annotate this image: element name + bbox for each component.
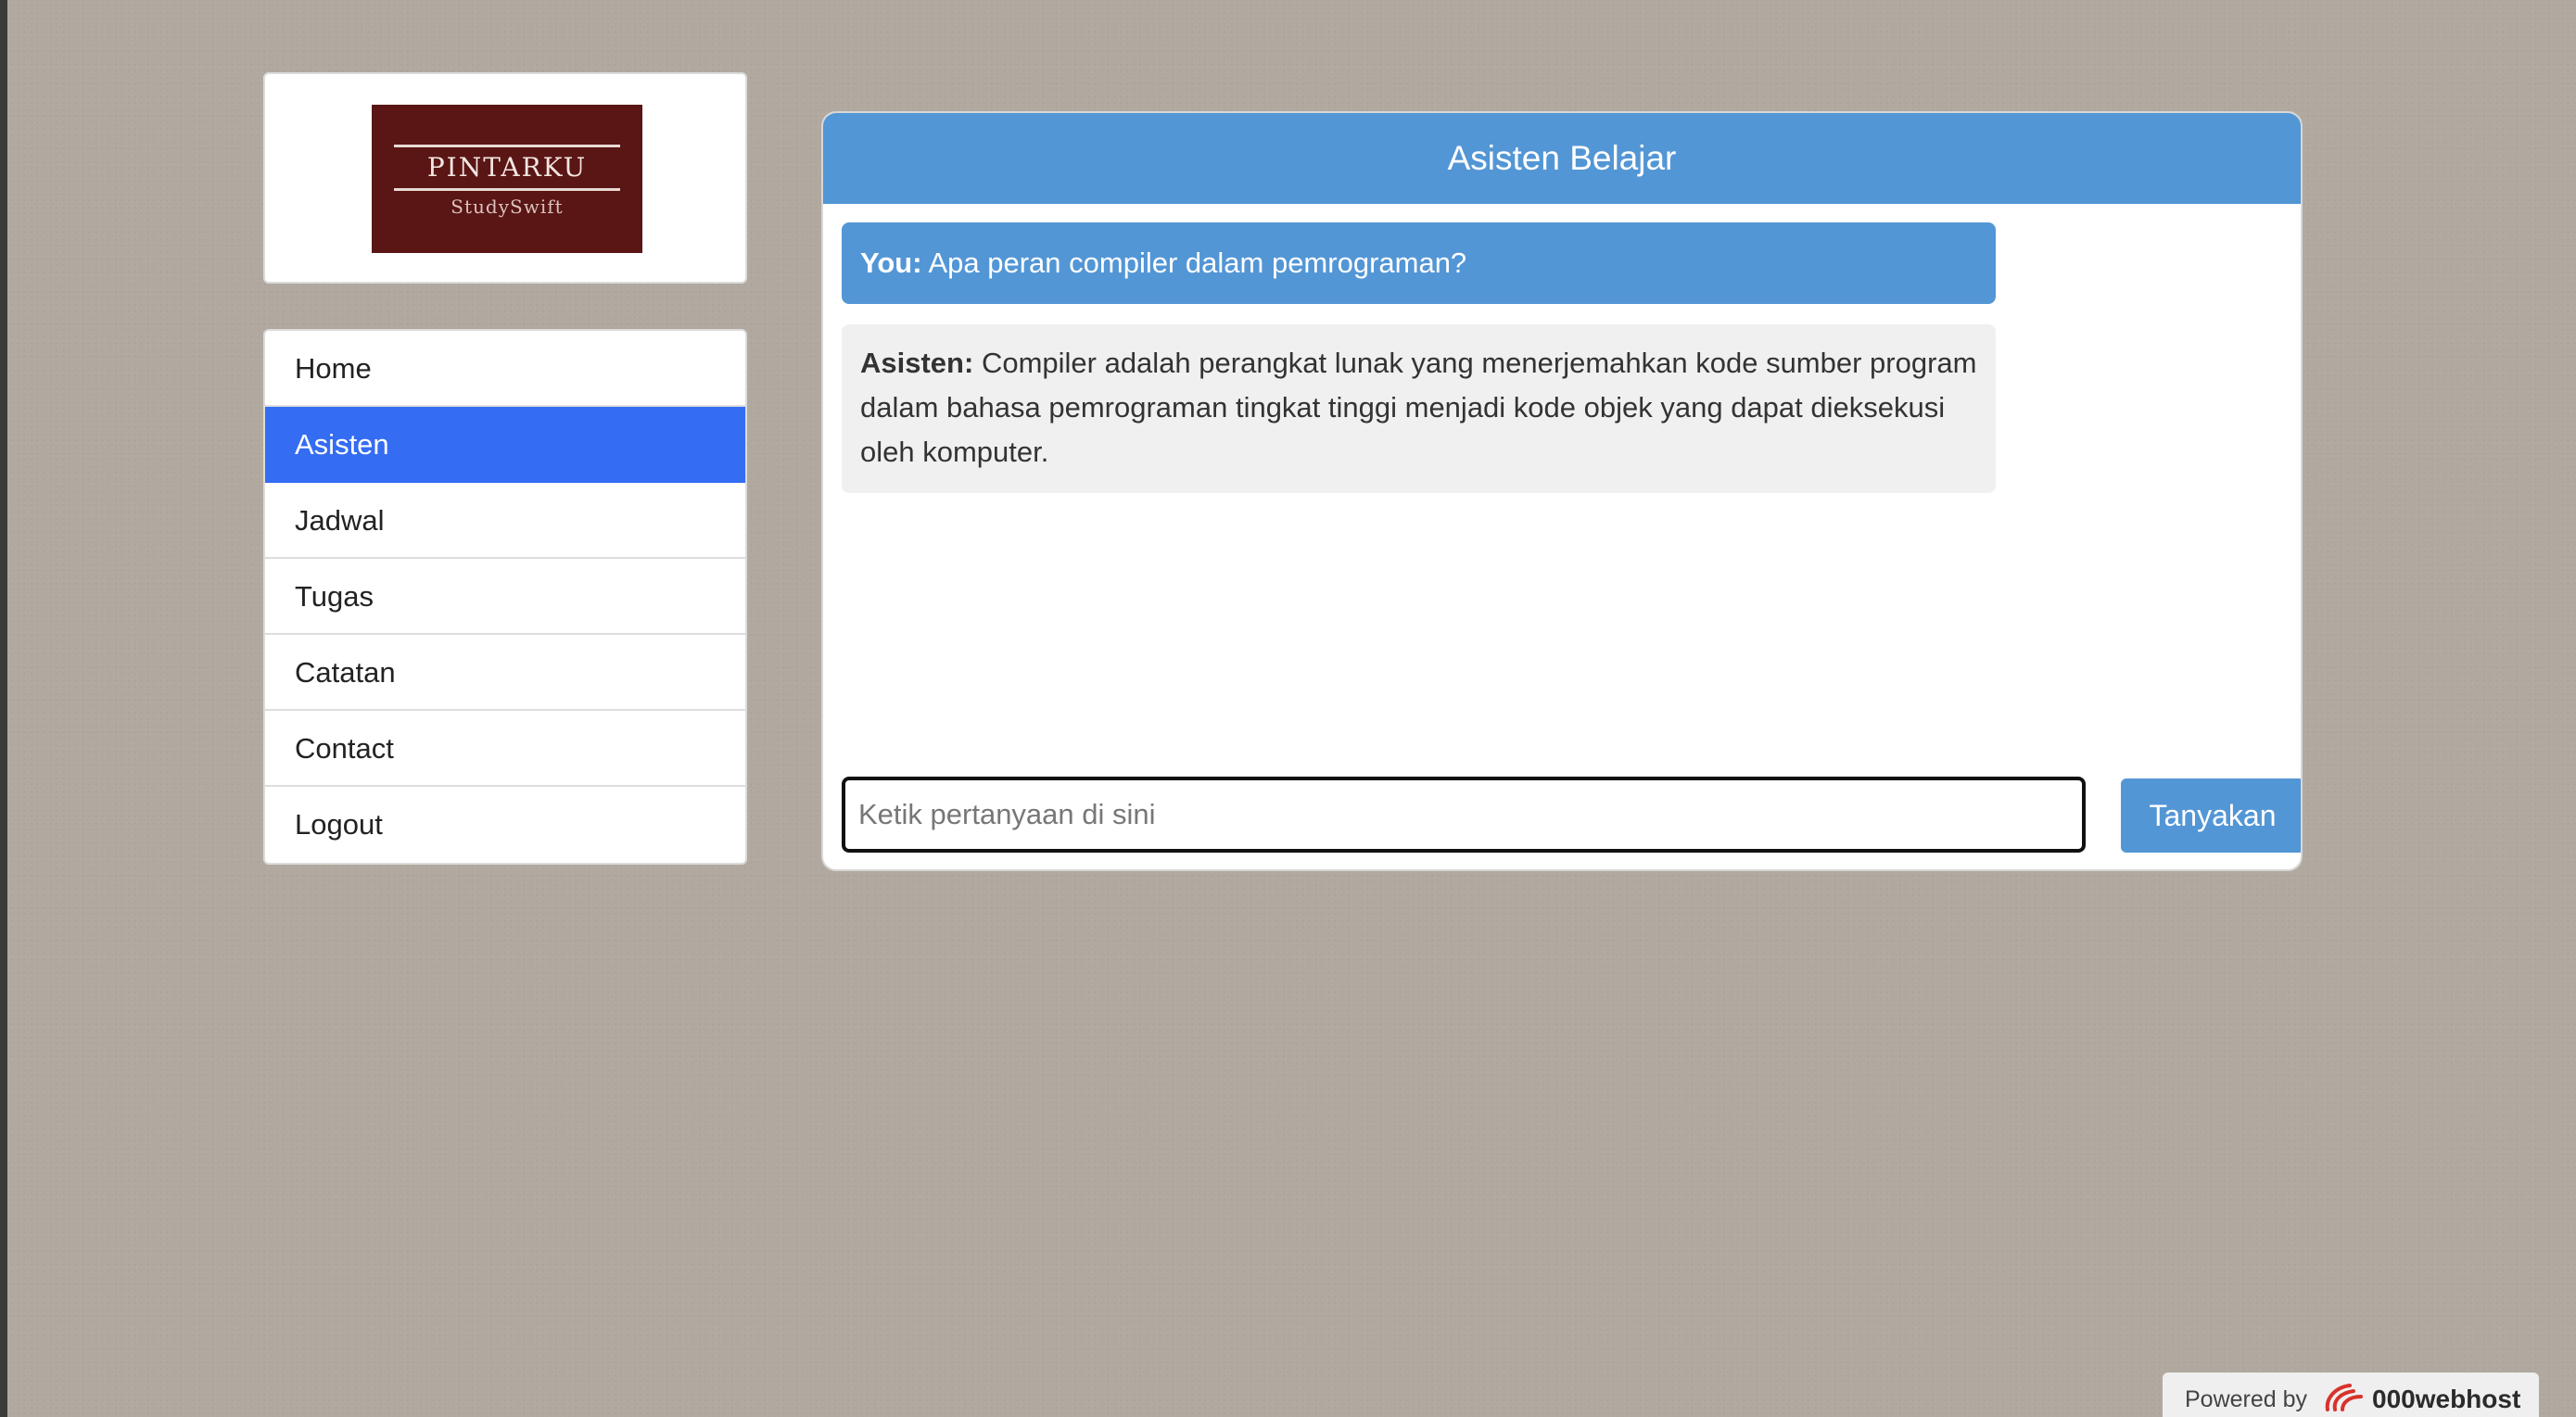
brand-tagline: StudySwift	[450, 196, 564, 218]
nav-item-tugas[interactable]: Tugas	[265, 559, 745, 635]
assistant-message-text: Compiler adalah perangkat lunak yang men…	[860, 347, 1977, 468]
logo-card: PINTARKU StudySwift	[263, 72, 747, 284]
nav-item-home[interactable]: Home	[265, 331, 745, 407]
assistant-message-speaker: Asisten:	[860, 347, 974, 379]
logo-rule-top	[394, 145, 620, 147]
user-message: You: Apa peran compiler dalam pemrograma…	[842, 222, 1996, 304]
user-message-speaker: You:	[860, 247, 922, 279]
hosting-badge[interactable]: Powered by 000webhost	[2163, 1373, 2539, 1417]
window-edge	[0, 0, 7, 1417]
assistant-message: Asisten: Compiler adalah perangkat lunak…	[842, 324, 1996, 493]
chat-title: Asisten Belajar	[823, 113, 2301, 204]
ask-button[interactable]: Tanyakan	[2121, 778, 2301, 853]
question-form: Tanyakan	[842, 777, 2301, 853]
nav-item-asisten[interactable]: Asisten	[265, 407, 745, 483]
sidebar-nav: Home Asisten Jadwal Tugas Catatan Contac…	[263, 329, 747, 865]
user-message-text: Apa peran compiler dalam pemrograman?	[928, 247, 1467, 279]
question-input[interactable]	[842, 777, 2086, 853]
nav-item-logout[interactable]: Logout	[265, 787, 745, 863]
logo-rule-bottom	[394, 188, 620, 191]
brand-name: PINTARKU	[426, 152, 588, 183]
nav-item-catatan[interactable]: Catatan	[265, 635, 745, 711]
host-name: 000webhost	[2372, 1385, 2521, 1413]
nav-item-contact[interactable]: Contact	[265, 711, 745, 787]
nav-item-jadwal[interactable]: Jadwal	[265, 483, 745, 559]
000webhost-logo-icon	[2325, 1384, 2363, 1411]
powered-by-label: Powered by	[2185, 1386, 2308, 1412]
chat-panel: Asisten Belajar You: Apa peran compiler …	[821, 111, 2303, 871]
brand-logo[interactable]: PINTARKU StudySwift	[372, 105, 642, 253]
